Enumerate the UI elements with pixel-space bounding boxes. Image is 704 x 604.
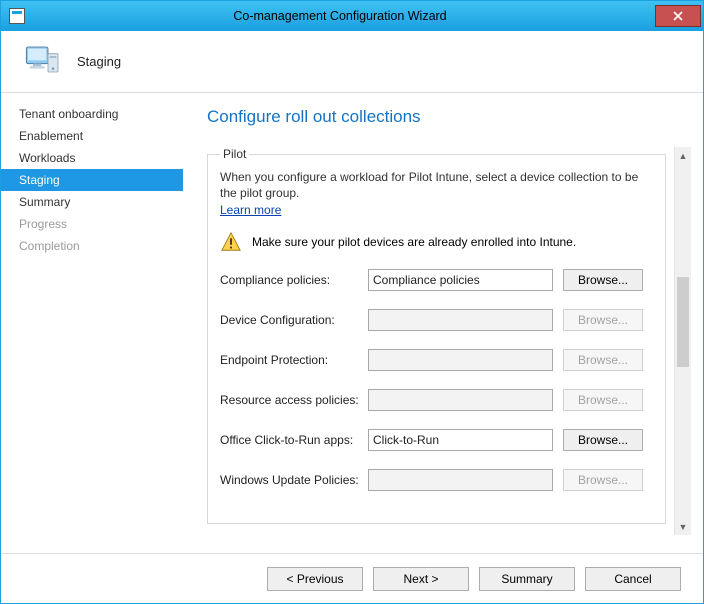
close-icon: [673, 11, 683, 21]
window-title: Co-management Configuration Wizard: [25, 9, 655, 23]
wizard-body: Tenant onboardingEnablementWorkloadsStag…: [1, 93, 703, 553]
scroll-down-arrow[interactable]: ▼: [675, 518, 691, 535]
workload-field[interactable]: [368, 429, 553, 451]
workload-row: Endpoint Protection: Browse...: [220, 349, 653, 371]
workload-row: Compliance policies: Browse...: [220, 269, 653, 291]
sidebar-step-summary[interactable]: Summary: [1, 191, 183, 213]
wizard-header: Staging: [1, 31, 703, 93]
previous-button[interactable]: < Previous: [267, 567, 363, 591]
sidebar-step-tenant-onboarding[interactable]: Tenant onboarding: [1, 103, 183, 125]
title-bar: Co-management Configuration Wizard: [1, 1, 703, 31]
warning-icon: [220, 231, 242, 253]
workload-field: [368, 469, 553, 491]
browse-button: Browse...: [563, 389, 643, 411]
workload-field: [368, 389, 553, 411]
sidebar-step-workloads[interactable]: Workloads: [1, 147, 183, 169]
warning-text: Make sure your pilot devices are already…: [252, 235, 576, 249]
main-panel: Configure roll out collections Pilot Whe…: [183, 93, 703, 553]
workload-row: Resource access policies: Browse...: [220, 389, 653, 411]
scroll-thumb[interactable]: [677, 277, 689, 367]
workload-row: Device Configuration: Browse...: [220, 309, 653, 331]
stage-title: Staging: [77, 54, 121, 69]
workload-label: Compliance policies:: [220, 273, 368, 287]
system-icon: [9, 8, 25, 24]
workload-row: Office Click-to-Run apps: Browse...: [220, 429, 653, 451]
warning-row: Make sure your pilot devices are already…: [220, 231, 653, 253]
page-title: Configure roll out collections: [207, 107, 691, 127]
scroll-area: Pilot When you configure a workload for …: [207, 147, 691, 535]
sidebar-step-staging[interactable]: Staging: [1, 169, 183, 191]
workload-label: Device Configuration:: [220, 313, 368, 327]
sidebar-step-completion: Completion: [1, 235, 183, 257]
browse-button[interactable]: Browse...: [563, 269, 643, 291]
learn-more-link[interactable]: Learn more: [220, 203, 281, 217]
workload-label: Windows Update Policies:: [220, 473, 368, 487]
pilot-group: Pilot When you configure a workload for …: [207, 147, 666, 524]
browse-button[interactable]: Browse...: [563, 429, 643, 451]
workload-field: [368, 349, 553, 371]
workload-field: [368, 309, 553, 331]
workload-label: Office Click-to-Run apps:: [220, 433, 368, 447]
sidebar-step-enablement[interactable]: Enablement: [1, 125, 183, 147]
scroll-up-arrow[interactable]: ▲: [675, 147, 691, 164]
pilot-description: When you configure a workload for Pilot …: [220, 169, 653, 201]
wizard-footer: < Previous Next > Summary Cancel: [1, 553, 703, 603]
summary-button[interactable]: Summary: [479, 567, 575, 591]
workload-label: Endpoint Protection:: [220, 353, 368, 367]
content-area: Pilot When you configure a workload for …: [207, 147, 674, 535]
sidebar-step-progress: Progress: [1, 213, 183, 235]
browse-button: Browse...: [563, 469, 643, 491]
browse-button: Browse...: [563, 309, 643, 331]
step-sidebar: Tenant onboardingEnablementWorkloadsStag…: [1, 93, 183, 553]
vertical-scrollbar[interactable]: ▲ ▼: [674, 147, 691, 535]
workload-label: Resource access policies:: [220, 393, 368, 407]
next-button[interactable]: Next >: [373, 567, 469, 591]
computer-icon: [23, 42, 63, 82]
browse-button: Browse...: [563, 349, 643, 371]
close-button[interactable]: [655, 5, 701, 27]
workload-row: Windows Update Policies: Browse...: [220, 469, 653, 491]
cancel-button[interactable]: Cancel: [585, 567, 681, 591]
pilot-legend: Pilot: [220, 147, 249, 161]
workload-field[interactable]: [368, 269, 553, 291]
